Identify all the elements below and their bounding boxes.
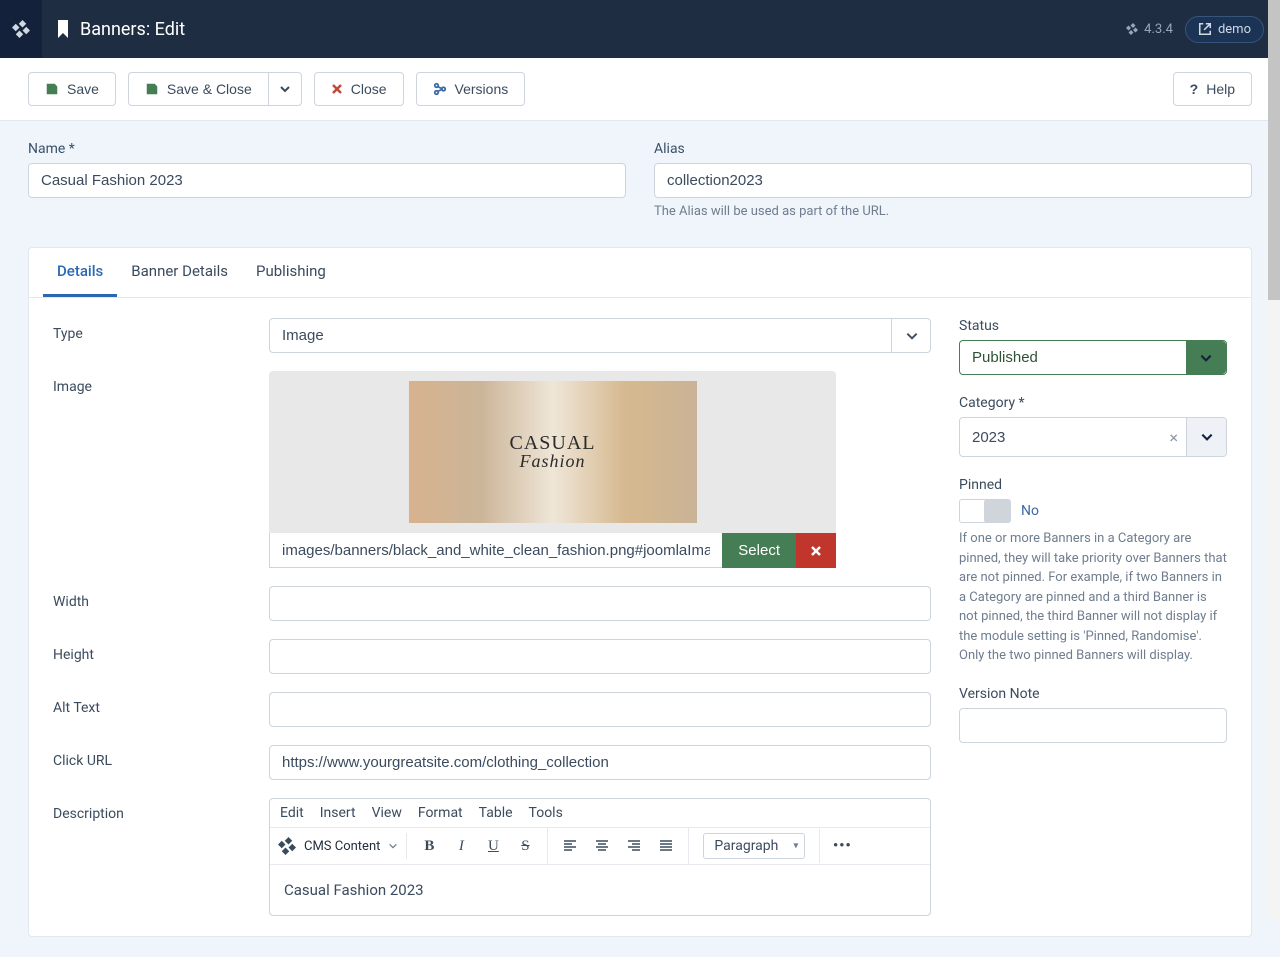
help-button[interactable]: ? Help	[1173, 72, 1252, 106]
width-label: Width	[53, 586, 269, 621]
category-label: Category *	[959, 395, 1227, 411]
chevron-down-icon	[279, 83, 291, 95]
strikethrough-button[interactable]: S	[511, 832, 539, 860]
image-preview: CASUAL Fashion	[269, 371, 836, 533]
joomla-icon	[278, 837, 296, 855]
topbar-right: 4.3.4 demo	[1110, 16, 1280, 43]
bold-button[interactable]: B	[415, 832, 443, 860]
version-note-label: Version Note	[959, 686, 1227, 702]
type-select[interactable]	[269, 318, 931, 353]
editor-menu-insert[interactable]: Insert	[320, 805, 356, 821]
tabs: Details Banner Details Publishing	[29, 248, 1251, 298]
save-icon	[145, 82, 159, 96]
main-panel: Details Banner Details Publishing Type	[28, 247, 1252, 937]
alt-label: Alt Text	[53, 692, 269, 727]
joomla-logo-icon[interactable]	[0, 0, 42, 58]
clear-image-button[interactable]	[796, 533, 836, 568]
cms-content-button[interactable]: CMS Content	[304, 839, 380, 854]
name-label: Name *	[28, 141, 626, 157]
content: Name * Alias The Alias will be used as p…	[0, 121, 1280, 957]
pinned-value: No	[1021, 503, 1039, 519]
page-title: Banners: Edit	[80, 19, 185, 40]
clickurl-input[interactable]	[269, 745, 931, 780]
close-icon	[331, 83, 343, 95]
chevron-down-icon	[1186, 418, 1226, 456]
name-input[interactable]	[28, 163, 626, 198]
save-close-group: Save & Close	[128, 72, 302, 106]
editor-menu-tools[interactable]: Tools	[529, 805, 563, 821]
underline-button[interactable]: U	[479, 832, 507, 860]
clickurl-label: Click URL	[53, 745, 269, 780]
alias-hint: The Alias will be used as part of the UR…	[654, 204, 1252, 219]
editor-menu-view[interactable]: View	[372, 805, 402, 821]
type-label: Type	[53, 318, 269, 353]
scrollbar[interactable]	[1268, 0, 1280, 919]
image-label: Image	[53, 371, 269, 568]
paragraph-format-select[interactable]: Paragraph ▾	[703, 833, 805, 859]
save-button[interactable]: Save	[28, 72, 116, 106]
page-title-wrap: Banners: Edit	[42, 19, 199, 40]
alt-input[interactable]	[269, 692, 931, 727]
chevron-down-icon: ▾	[793, 841, 798, 852]
alias-input[interactable]	[654, 163, 1252, 198]
bookmark-icon	[56, 20, 70, 38]
editor-menu-table[interactable]: Table	[479, 805, 513, 821]
status-label: Status	[959, 318, 1227, 334]
pinned-toggle[interactable]	[959, 499, 1011, 523]
align-justify-button[interactable]	[652, 832, 680, 860]
status-select[interactable]	[959, 340, 1227, 375]
align-right-button[interactable]	[620, 832, 648, 860]
pinned-label: Pinned	[959, 477, 1227, 493]
alias-label: Alias	[654, 141, 1252, 157]
close-icon	[810, 545, 822, 557]
joomla-version: 4.3.4	[1126, 22, 1173, 37]
versions-icon	[433, 82, 447, 96]
height-label: Height	[53, 639, 269, 674]
save-close-dropdown[interactable]	[268, 72, 302, 106]
width-input[interactable]	[269, 586, 931, 621]
close-button[interactable]: Close	[314, 72, 404, 106]
help-icon: ?	[1190, 81, 1199, 97]
align-center-button[interactable]	[588, 832, 616, 860]
save-icon	[45, 82, 59, 96]
user-menu[interactable]: demo	[1185, 16, 1264, 43]
category-clear-button[interactable]: ×	[1161, 428, 1186, 447]
editor-toolbar: CMS Content B I U S	[270, 828, 930, 865]
image-path-input[interactable]	[269, 533, 723, 568]
versions-button[interactable]: Versions	[416, 72, 526, 106]
editor-menu-format[interactable]: Format	[418, 805, 463, 821]
italic-button[interactable]: I	[447, 832, 475, 860]
description-label: Description	[53, 798, 269, 916]
category-select[interactable]: ×	[959, 417, 1227, 457]
select-image-button[interactable]: Select	[722, 533, 796, 568]
pinned-description: If one or more Banners in a Category are…	[959, 529, 1227, 666]
topbar: Banners: Edit 4.3.4 demo	[0, 0, 1280, 58]
editor-content[interactable]: Casual Fashion 2023	[270, 865, 930, 915]
editor-menu-edit[interactable]: Edit	[280, 805, 304, 821]
tab-details[interactable]: Details	[43, 248, 117, 297]
chevron-down-icon	[388, 841, 398, 851]
chevron-down-icon	[1186, 341, 1226, 374]
tab-publishing[interactable]: Publishing	[242, 248, 340, 297]
more-button[interactable]: •••	[828, 832, 856, 860]
tab-banner-details[interactable]: Banner Details	[117, 248, 242, 297]
external-link-icon	[1198, 22, 1212, 36]
save-close-button[interactable]: Save & Close	[128, 72, 268, 106]
editor-menubar: Edit Insert View Format Table Tools	[270, 799, 930, 828]
version-note-input[interactable]	[959, 708, 1227, 743]
height-input[interactable]	[269, 639, 931, 674]
description-editor: Edit Insert View Format Table Tools	[269, 798, 931, 916]
align-left-button[interactable]	[556, 832, 584, 860]
action-toolbar: Save Save & Close Close Versions ? Help	[0, 58, 1280, 121]
